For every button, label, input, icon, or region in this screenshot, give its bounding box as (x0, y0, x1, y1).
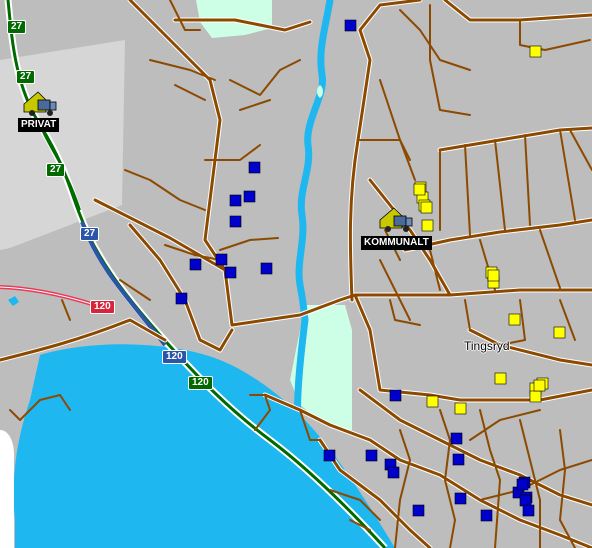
kommunalt-label[interactable]: KOMMUNALT (361, 236, 432, 250)
shield-27: 27 (46, 163, 66, 177)
blue-marker[interactable] (389, 389, 402, 402)
yellow-marker[interactable] (413, 183, 426, 196)
blue-marker[interactable] (519, 494, 532, 507)
yellow-marker[interactable] (421, 219, 434, 232)
yellow-marker[interactable] (426, 395, 439, 408)
yellow-marker[interactable] (529, 45, 542, 58)
blue-marker[interactable] (365, 449, 378, 462)
blue-marker[interactable] (412, 504, 425, 517)
blue-marker[interactable] (260, 262, 273, 275)
shield-27: 27 (7, 20, 27, 34)
map-canvas (0, 0, 592, 548)
tingsryd-label: Tingsryd (464, 339, 510, 353)
yellow-marker[interactable] (553, 326, 566, 339)
blue-marker[interactable] (224, 266, 237, 279)
blue-marker[interactable] (229, 194, 242, 207)
yellow-marker[interactable] (420, 201, 433, 214)
shield-120: 120 (90, 300, 115, 314)
blue-marker[interactable] (175, 292, 188, 305)
shield-27: 27 (80, 227, 100, 241)
blue-marker[interactable] (229, 215, 242, 228)
blue-marker[interactable] (189, 258, 202, 271)
blue-marker[interactable] (344, 19, 357, 32)
water-shore-west (0, 430, 14, 548)
yellow-marker[interactable] (529, 390, 542, 403)
blue-marker[interactable] (248, 161, 261, 174)
blue-marker[interactable] (243, 190, 256, 203)
yellow-marker[interactable] (494, 372, 507, 385)
blue-marker[interactable] (452, 453, 465, 466)
blue-marker[interactable] (522, 504, 535, 517)
blue-marker[interactable] (323, 449, 336, 462)
blue-marker[interactable] (215, 253, 228, 266)
yellow-marker[interactable] (533, 379, 546, 392)
privat-label[interactable]: PRIVAT (18, 118, 60, 132)
shield-120: 120 (188, 376, 213, 390)
blue-marker[interactable] (454, 492, 467, 505)
blue-marker[interactable] (450, 432, 463, 445)
map-view[interactable]: 27 27 27 27 120 120 120 PRIVAT KOMMUNALT… (0, 0, 592, 548)
blue-marker[interactable] (387, 466, 400, 479)
blue-marker[interactable] (516, 478, 529, 491)
yellow-marker[interactable] (487, 269, 500, 282)
yellow-marker[interactable] (508, 313, 521, 326)
yellow-marker[interactable] (454, 402, 467, 415)
shield-27: 27 (16, 70, 36, 84)
shield-120: 120 (162, 350, 187, 364)
blue-marker[interactable] (480, 509, 493, 522)
